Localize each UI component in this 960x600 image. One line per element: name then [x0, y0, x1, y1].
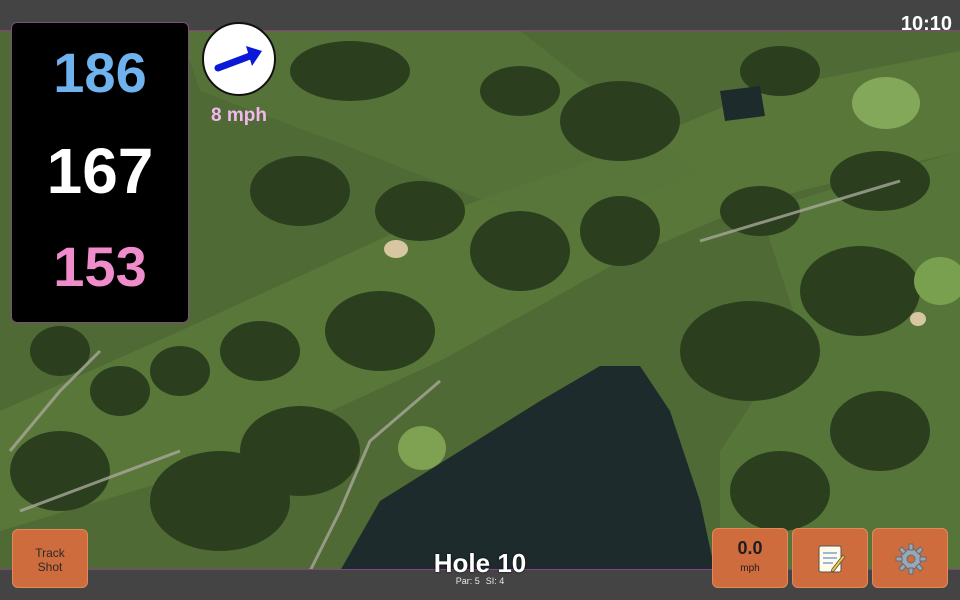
notes-button[interactable] — [792, 528, 868, 588]
wind-speed-label: 8 mph — [211, 105, 267, 126]
distance-panel: 186 167 153 — [11, 22, 189, 323]
track-shot-label: Track Shot — [35, 546, 65, 574]
notepad-icon — [818, 545, 846, 573]
speed-unit: mph — [740, 563, 760, 574]
gear-icon — [895, 543, 927, 575]
front-of-green-distance: 153 — [53, 235, 147, 298]
speed-button[interactable]: 0.0 mph — [712, 528, 788, 588]
track-shot-button[interactable]: Track Shot — [12, 529, 88, 588]
center-of-green-distance: 167 — [46, 135, 154, 207]
wind-indicator — [202, 22, 276, 96]
clock: 10:10 — [900, 13, 952, 35]
speed-value: 0.0 — [737, 538, 763, 558]
hole-info: Par: 5 SI: 4 — [380, 577, 580, 586]
wind-direction-arrow-icon — [214, 46, 262, 72]
hole-title: Hole 10 — [433, 548, 527, 578]
back-of-green-distance: 186 — [53, 41, 147, 104]
stroke-index-label: SI: 4 — [485, 576, 505, 586]
settings-button[interactable] — [872, 528, 948, 588]
par-label: Par: 5 — [455, 576, 480, 586]
